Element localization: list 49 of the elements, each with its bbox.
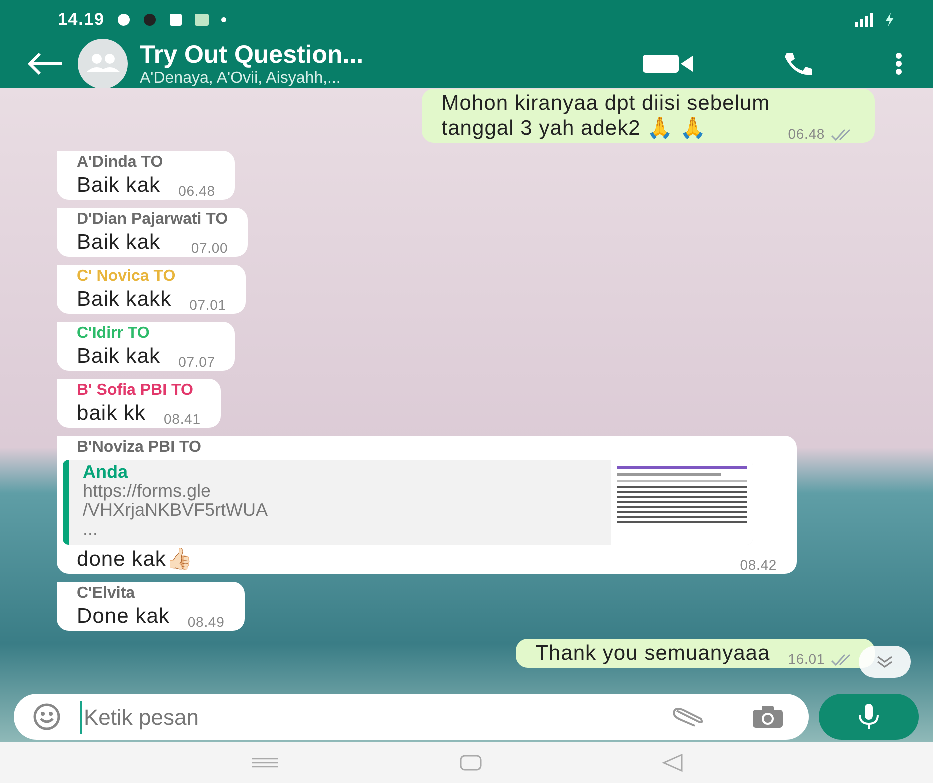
message-text: Baik kakk <box>77 287 172 312</box>
paperclip-icon[interactable] <box>671 707 705 727</box>
message-time: 08.41 <box>164 410 201 429</box>
message-text: Baik kak <box>77 173 161 198</box>
message-text: Mohon kiranyaa dpt diisi sebelum <box>442 91 770 116</box>
message-time: 07.01 <box>190 296 226 315</box>
link-preview[interactable]: Anda https://forms.gle /VHXrjaNKBVF5rtWUA ... <box>63 460 753 545</box>
menu-icon[interactable] <box>895 52 903 76</box>
message-time: 08.49 <box>188 613 225 632</box>
double-chevron-icon <box>876 655 894 669</box>
sender-name: C' Novica TO <box>77 267 177 287</box>
phone-icon[interactable] <box>783 51 813 77</box>
chat-title[interactable]: Try Out Question... <box>140 40 470 68</box>
message-input-field[interactable]: Ketik pesan <box>14 694 809 740</box>
scroll-down-button[interactable] <box>859 646 911 678</box>
sender-name: C'Elvita <box>77 584 136 604</box>
link-text: ... <box>83 520 98 539</box>
quote-author: Anda <box>83 462 130 482</box>
back-arrow-icon[interactable] <box>26 52 64 76</box>
microphone-icon <box>858 704 880 730</box>
message-time: 06.48 <box>788 125 825 144</box>
group-avatar-icon[interactable] <box>78 39 128 89</box>
message-time: 07.07 <box>178 353 216 372</box>
sender-name: D'Dian Pajarwati TO <box>77 210 228 230</box>
sender-name: B'Noviza PBI TO <box>77 438 202 458</box>
link-text: https://forms.gle <box>83 482 212 501</box>
sender-name: A'Dinda TO <box>77 153 164 173</box>
message-time: 08.42 <box>740 556 777 575</box>
message-text: tanggal 3 yah adek2 🙏 🙏 <box>442 116 708 141</box>
sender-name: B' Sofia PBI TO <box>77 381 194 401</box>
camera-icon[interactable] <box>753 706 783 728</box>
message-input[interactable]: Ketik pesan <box>80 700 653 734</box>
message-time: 16.01 <box>788 650 825 669</box>
message-text: baik kk <box>77 401 146 426</box>
message-text: done kak👍🏻 <box>77 547 193 572</box>
message-text: Baik kak <box>77 344 161 369</box>
dot-icon <box>220 17 227 23</box>
group-members: A'Denaya, A'Ovii, Aisyahh,... <box>140 68 342 88</box>
message-time: 06.48 <box>178 182 216 201</box>
message-text: Done kak <box>77 604 170 629</box>
microphone-button[interactable] <box>819 694 919 740</box>
video-call-icon[interactable] <box>643 54 695 74</box>
emoji-icon[interactable] <box>32 702 62 732</box>
sender-name: C'Idirr TO <box>77 324 151 344</box>
message-text: Baik kak <box>77 230 161 255</box>
message-time: 07.00 <box>191 239 228 258</box>
message-text: Thank you semuanyaaa <box>536 641 770 666</box>
status-time: 14.19 <box>58 9 105 32</box>
link-text: /VHXrjaNKBVF5rtWUA <box>83 501 270 520</box>
